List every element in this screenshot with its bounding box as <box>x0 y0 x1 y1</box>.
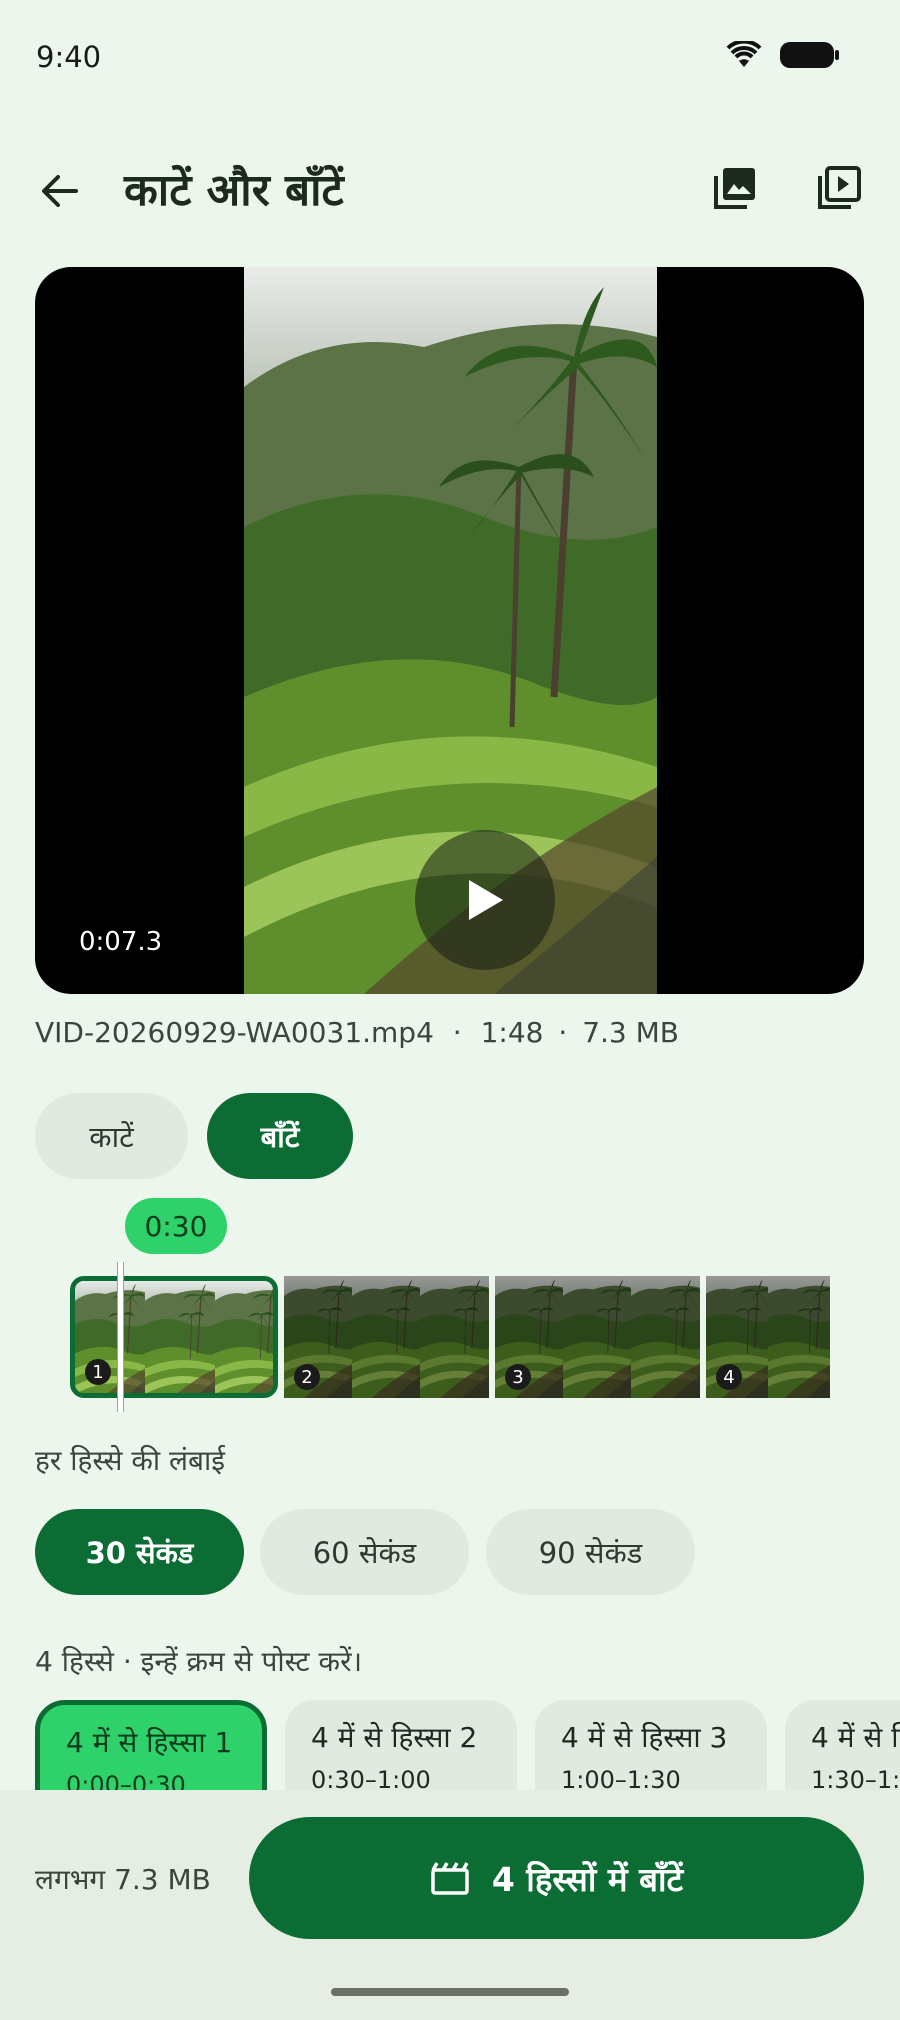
split-button-label: 4 हिस्सों में बाँटें <box>491 1859 684 1899</box>
video-timecode: 0:07.3 <box>79 927 163 957</box>
play-button[interactable] <box>415 830 555 970</box>
timeline-segment[interactable]: 1 <box>70 1276 278 1398</box>
parts-summary: 4 हिस्से · इन्हें क्रम से पोस्ट करें। <box>35 1645 363 1678</box>
length-option-60[interactable]: 60 सेकंड <box>260 1509 469 1595</box>
status-time: 9:40 <box>36 40 102 74</box>
wifi-icon <box>726 41 762 67</box>
part-title: 4 में से हिस्सा 2 <box>311 1721 478 1754</box>
segment-number: 2 <box>294 1364 320 1390</box>
clapperboard-icon <box>431 1862 469 1895</box>
size-estimate: लगभग 7.3 MB <box>35 1863 211 1896</box>
playhead-time-badge: 0:30 <box>125 1198 227 1254</box>
gallery-button[interactable] <box>708 161 762 215</box>
play-icon <box>469 880 503 920</box>
tab-trim[interactable]: काटें <box>35 1093 188 1179</box>
video-library-icon <box>818 166 861 209</box>
segment-number: 3 <box>505 1364 531 1390</box>
file-info: VID-20260929-WA0031.mp4 · 1:48 · 7.3 MB <box>35 1016 679 1049</box>
length-option-90[interactable]: 90 सेकंड <box>486 1509 695 1595</box>
separator: · <box>558 1016 568 1049</box>
part-title: 4 में से हिस्सा 4 <box>811 1721 900 1754</box>
file-size: 7.3 MB <box>582 1016 680 1049</box>
segment-number: 1 <box>85 1359 111 1385</box>
video-player[interactable]: 0:07.3 <box>35 267 864 994</box>
length-option-30[interactable]: 30 सेकंड <box>35 1509 244 1595</box>
split-button[interactable]: 4 हिस्सों में बाँटें <box>249 1817 864 1939</box>
file-name: VID-20260929-WA0031.mp4 <box>35 1016 434 1049</box>
page-title: काटें और बाँटें <box>124 165 344 216</box>
segment-number: 4 <box>716 1364 742 1390</box>
part-title: 4 में से हिस्सा 3 <box>561 1721 728 1754</box>
tab-split[interactable]: बाँटें <box>207 1093 353 1179</box>
video-library-button[interactable] <box>812 161 866 215</box>
back-button[interactable] <box>36 165 88 217</box>
home-indicator[interactable] <box>331 1988 569 1996</box>
part-title: 4 में से हिस्सा 1 <box>66 1726 233 1759</box>
timeline-segment[interactable]: 3 <box>495 1276 700 1398</box>
separator: · <box>452 1016 462 1049</box>
battery-icon <box>780 42 839 68</box>
back-arrow-icon <box>42 175 78 207</box>
status-icons <box>726 40 840 70</box>
gallery-icon <box>714 168 755 209</box>
file-duration: 1:48 <box>480 1016 544 1049</box>
timeline-segment[interactable]: 4 <box>706 1276 830 1398</box>
timeline-segment[interactable]: 2 <box>284 1276 489 1398</box>
playhead-line[interactable] <box>117 1262 124 1412</box>
segment-timeline[interactable]: 1 2 3 4 <box>70 1262 830 1412</box>
segment-length-label: हर हिस्से की लंबाई <box>35 1444 225 1477</box>
